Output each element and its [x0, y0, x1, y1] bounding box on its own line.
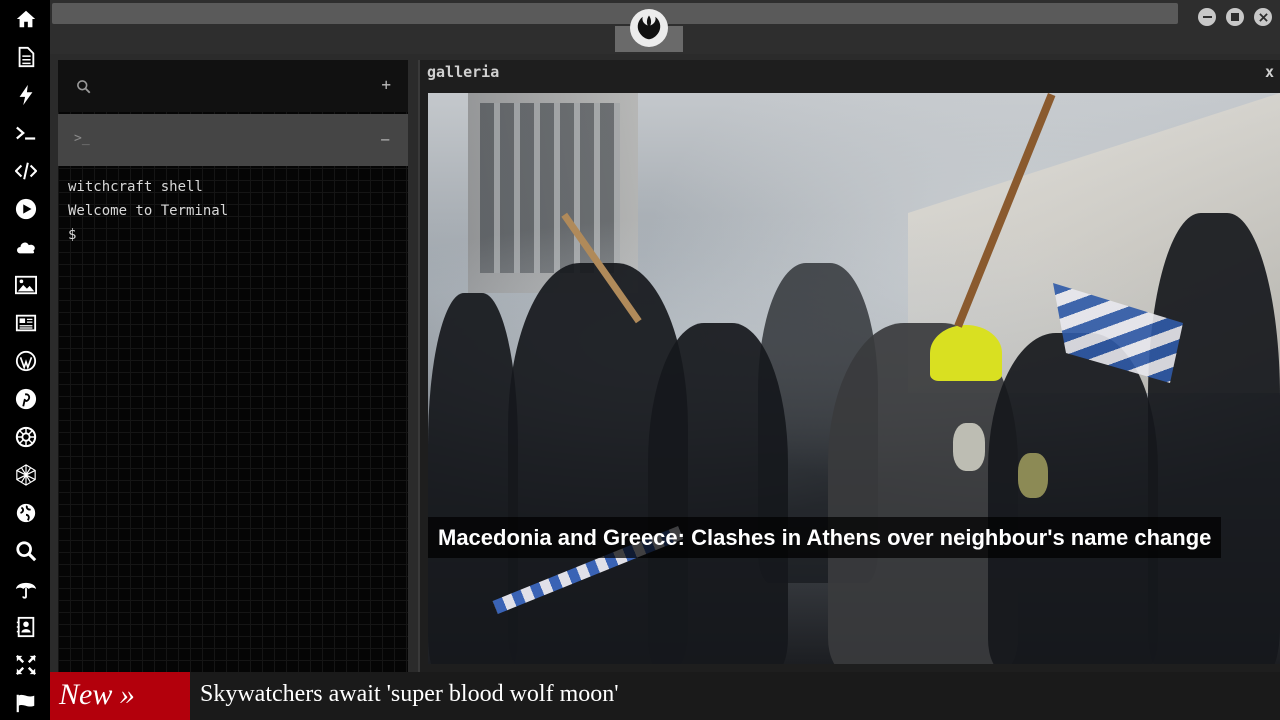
ticker-badge: New » — [50, 672, 190, 720]
image-icon[interactable] — [13, 272, 39, 298]
umbrella-icon[interactable] — [13, 576, 39, 602]
rebel-alliance-icon[interactable] — [630, 9, 668, 47]
ticker-headline[interactable]: Skywatchers await 'super blood wolf moon… — [200, 672, 619, 720]
news-ticker: New » Skywatchers await 'super blood wol… — [50, 672, 1280, 720]
gallery-close-button[interactable]: x — [1265, 63, 1274, 81]
pinterest-icon[interactable] — [13, 386, 39, 412]
empire-icon[interactable] — [13, 424, 39, 450]
terminal-prompt[interactable]: $ — [68, 227, 76, 243]
left-sidebar — [0, 0, 50, 720]
terminal-search-bar[interactable]: + — [58, 60, 408, 112]
newspaper-icon[interactable] — [13, 310, 39, 336]
document-icon[interactable] — [13, 44, 39, 70]
home-icon[interactable] — [13, 6, 39, 32]
code-icon[interactable] — [13, 158, 39, 184]
prompt-icon: >_ — [74, 131, 90, 146]
terminal-tab[interactable]: >_ − — [58, 114, 408, 166]
minimize-icon[interactable] — [1198, 8, 1216, 26]
globe-icon[interactable] — [13, 500, 39, 526]
bolt-icon[interactable] — [13, 82, 39, 108]
news-photo[interactable]: Macedonia and Greece: Clashes in Athens … — [428, 93, 1280, 664]
maximize-icon[interactable] — [1226, 8, 1244, 26]
add-terminal-button[interactable]: + — [381, 75, 391, 94]
wordpress-icon[interactable] — [13, 348, 39, 374]
search-icon[interactable] — [76, 79, 91, 98]
contact-icon[interactable] — [13, 614, 39, 640]
expand-icon[interactable] — [13, 652, 39, 678]
search-icon[interactable] — [13, 538, 39, 564]
top-address-strip[interactable] — [52, 3, 1178, 24]
photo-caption-text: Macedonia and Greece: Clashes in Athens … — [428, 517, 1222, 558]
cloud-icon[interactable] — [13, 234, 39, 260]
terminal-output-line: Welcome to Terminal — [68, 203, 229, 219]
terminal-output-line: witchcraft shell — [68, 179, 203, 195]
network-icon[interactable] — [13, 462, 39, 488]
gallery-title: galleria — [427, 63, 500, 81]
gallery-panel: galleria x Macedonia and Greece: Clashes… — [418, 60, 1280, 672]
collapse-terminal-button[interactable]: − — [380, 130, 390, 149]
play-icon[interactable] — [13, 196, 39, 222]
close-icon[interactable] — [1254, 8, 1272, 26]
photo-caption: Macedonia and Greece: Clashes in Athens … — [428, 515, 1222, 560]
flag-icon[interactable] — [13, 690, 39, 716]
terminal-panel: + >_ − witchcraft shell Welcome to Termi… — [58, 60, 408, 672]
terminal-icon[interactable] — [13, 120, 39, 146]
